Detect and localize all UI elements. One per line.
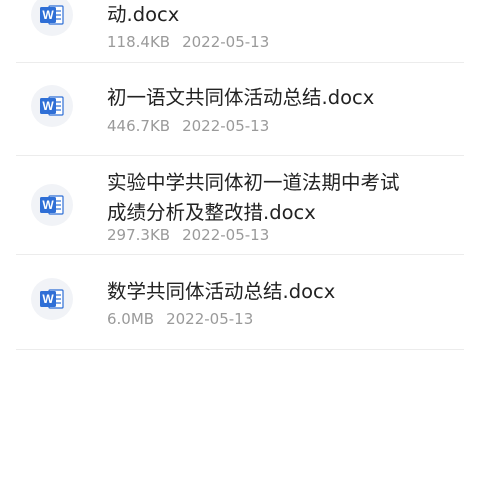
- file-list: W 动.docx 118.4KB 2022-05-13 W 初一语文共同体活动总结…: [0, 0, 480, 480]
- file-item[interactable]: W 数学共同体活动总结.docx 6.0MB 2022-05-13: [0, 255, 480, 349]
- file-name: 初一语文共同体活动总结.docx: [107, 86, 375, 109]
- word-doc-icon: W: [31, 0, 73, 36]
- file-name: 数学共同体活动总结.docx: [107, 280, 336, 303]
- svg-text:W: W: [42, 99, 54, 113]
- file-item[interactable]: W 初一语文共同体活动总结.docx 446.7KB 2022-05-13: [0, 63, 480, 155]
- divider: [16, 349, 464, 350]
- file-date: 2022-05-13: [166, 310, 254, 328]
- file-size: 446.7KB: [107, 117, 171, 135]
- file-meta: 118.4KB 2022-05-13: [107, 32, 269, 52]
- svg-text:W: W: [42, 8, 54, 22]
- word-doc-icon: W: [31, 278, 73, 320]
- word-doc-icon: W: [31, 184, 73, 226]
- file-meta: 297.3KB 2022-05-13: [107, 225, 269, 245]
- file-item[interactable]: W 实验中学共同体初一道法期中考试 成绩分析及整改措.docx 297.3KB 2…: [0, 156, 480, 254]
- file-date: 2022-05-13: [182, 117, 270, 135]
- file-item[interactable]: W 动.docx 118.4KB 2022-05-13: [0, 0, 480, 62]
- file-name: 动.docx: [107, 3, 180, 26]
- file-date: 2022-05-13: [182, 226, 270, 244]
- file-size: 118.4KB: [107, 33, 171, 51]
- file-date: 2022-05-13: [182, 33, 270, 51]
- word-doc-icon: W: [31, 85, 73, 127]
- file-meta: 6.0MB 2022-05-13: [107, 309, 253, 329]
- file-name: 实验中学共同体初一道法期中考试 成绩分析及整改措.docx: [107, 171, 400, 224]
- svg-text:W: W: [42, 198, 54, 212]
- file-meta: 446.7KB 2022-05-13: [107, 116, 269, 136]
- file-size: 297.3KB: [107, 226, 171, 244]
- file-size: 6.0MB: [107, 310, 155, 328]
- svg-text:W: W: [42, 292, 54, 306]
